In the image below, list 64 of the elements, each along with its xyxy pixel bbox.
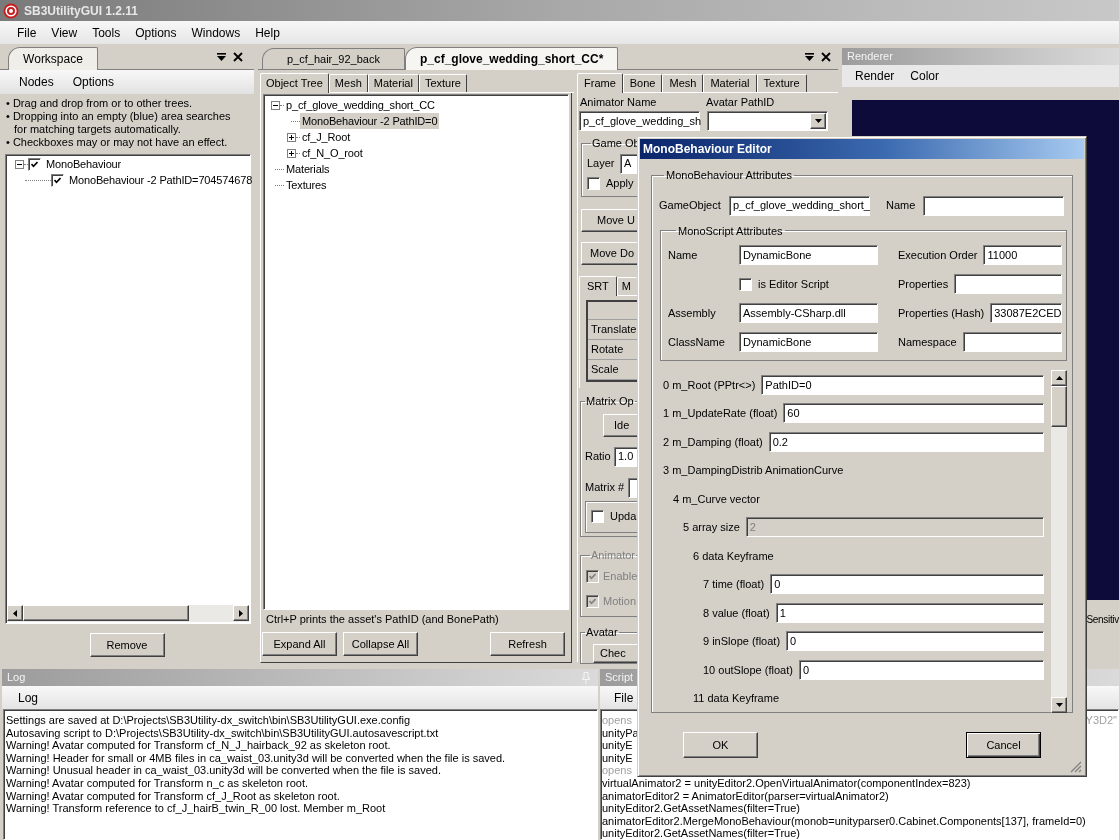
field-label: 5 array size (683, 520, 740, 535)
log-line: Warning! Avatar computed for Transform cf_J_Root as skeleton root. (6, 789, 341, 803)
log-line: Warning! Avatar computed for Transform n_c as skeleton root. (6, 776, 310, 790)
hint-text: • Checkboxes may or may not have an effect. (6, 136, 229, 149)
checkbox-label: Apply (606, 176, 634, 192)
script-line: unityE (602, 739, 633, 752)
group-title: Matrix Op (585, 394, 635, 409)
checkbox-label: is Editor Script (758, 276, 829, 292)
hint-text: • Drag and drop from or to other trees. (6, 97, 194, 110)
script-line: unityEditor2.GetAssetNames(filter=True) (602, 827, 800, 839)
hint-text: • Dropping into an empty (blue) area searches for matching targets automatically. (6, 110, 232, 136)
script-line: animatorEditor2.MergeMonoBehaviour(monob=unityparser0.Cabinet.Components[137], frameId=0) (602, 814, 1086, 828)
panel-title: Script (605, 670, 634, 686)
group-title: Animator (590, 548, 637, 563)
log-line: Settings are saved at D:\Projects\SB3Utility-dx_switch\bin\SB3UtilityGUI.exe.config (6, 714, 412, 727)
field-label: Assembly (668, 305, 717, 321)
field-label: 1 m_UpdateRate (float) (663, 406, 778, 421)
field-label: Name (886, 198, 917, 214)
field-label: Properties (898, 276, 949, 292)
script-line: unityE (602, 751, 633, 765)
field-label: 2 m_Damping (float) (663, 434, 763, 450)
field-label: 10 outSlope (float) (703, 662, 793, 678)
script-line: opens (602, 764, 632, 777)
checkbox-label: Motion (603, 594, 637, 610)
field-label: Avatar PathID (706, 94, 775, 110)
field-label: 3 m_DampingDistrib AnimationCurve (663, 463, 844, 478)
log-line: Warning! Unusual header in ca_waist_03.unity3d will be converted when the file is saved. (6, 764, 442, 777)
checkbox-label: Upda (610, 509, 637, 525)
hint-text: Ctrl+P prints the asset's PathID (and BonePath) (266, 611, 499, 627)
field-label: Properties (Hash) (898, 305, 985, 321)
field-label: 9 inSlope (float) (703, 634, 781, 649)
script-line: opens (602, 714, 632, 727)
window-title: SB3UtilityGUI 1.2.11 (24, 2, 139, 20)
field-label: 4 m_Curve vector (673, 491, 760, 507)
field-label: 0 m_Root (PPtr<>) (663, 377, 756, 393)
script-line: virtualAnimator2 = unityEditor2.OpenVirtualAnimator(componentIndex=823) (602, 776, 971, 790)
script-line: Y3D2" (1085, 714, 1117, 727)
log-line: Warning! Header for small or 4MB files in ca_waist_03.unity3d will be converted when the file is saved. (6, 751, 507, 765)
panel-title: Renderer (847, 49, 893, 65)
panel-title: Log (7, 670, 26, 686)
script-line: animatorEditor2 = AnimatorEditor(parser=virtualAnimator2) (602, 789, 889, 803)
field-label: Name (668, 247, 699, 263)
field-label: Ratio (584, 449, 612, 465)
field-label: 8 value (float) (703, 605, 770, 621)
log-line: Warning! Avatar computed for Transform cf_N_J_hairback_92 as skeleton root. (6, 739, 392, 752)
field-label: 11 data Keyframe (693, 691, 779, 706)
field-label: Animator Name (579, 94, 658, 110)
group-title: MonoScript Attributes (677, 223, 784, 239)
field-label: 6 data Keyframe (693, 548, 774, 564)
log-line: Warning! Transform reference to cf_J_hairB_twin_R_00 lost. Member m_Root (6, 802, 387, 815)
group-title: Avatar (585, 625, 619, 640)
checkbox-label: Enable (603, 569, 638, 585)
field-label: 7 time (float) (703, 577, 765, 592)
field-label: Namespace (898, 334, 957, 350)
field-label: Sensitiv (1086, 614, 1119, 626)
field-label: ClassName (668, 334, 726, 350)
log-line: Autosaving script to D:\Projects\SB3Utility-dx_switch\bin\SB3UtilityGUI.autosavescript.txt (6, 726, 440, 740)
field-label: GameObject (659, 198, 722, 214)
group-title: MonoBehaviour Attributes (665, 168, 793, 183)
script-line: unityEditor2.GetAssetNames(filter=True) (602, 802, 800, 815)
field-label: Layer (587, 156, 616, 172)
field-label: Matrix # (584, 480, 626, 496)
dialog-title: MonoBehaviour Editor (643, 141, 772, 158)
field-label: Execution Order (898, 247, 978, 263)
